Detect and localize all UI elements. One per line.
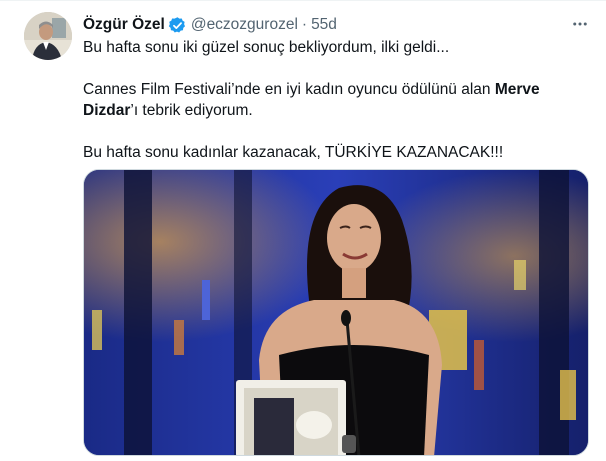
author-display-name[interactable]: Özgür Özel (83, 16, 165, 34)
tweet-header: Özgür Özel @eczozgurozel · 55d (83, 14, 337, 36)
tweet-photo[interactable] (83, 169, 589, 456)
tweet-text: Bu hafta sonu iki güzel sonuç bekliyordu… (83, 37, 583, 163)
avatar[interactable] (24, 12, 72, 60)
tweet-text-segment: Cannes Film Festivali’nde en iyi kadın o… (83, 81, 495, 98)
author-handle[interactable]: @eczozgurozel (191, 16, 298, 34)
more-horizontal-icon (573, 22, 587, 26)
tweet-text-segment: ’ı tebrik ediyorum. (130, 102, 253, 119)
tweet-text-line: Bu hafta sonu iki güzel sonuç bekliyordu… (83, 39, 450, 56)
more-options-button[interactable] (568, 12, 592, 36)
tweet-card[interactable]: Özgür Özel @eczozgurozel · 55d Bu hafta … (0, 0, 606, 461)
tweet-text-line: Bu hafta sonu kadınlar kazanacak, TÜRKİY… (83, 144, 504, 161)
tweet-text-paragraph: Cannes Film Festivali’nde en iyi kadın o… (83, 79, 583, 121)
separator-dot: · (301, 16, 308, 33)
tweet-timestamp[interactable]: 55d (311, 16, 337, 34)
verified-badge-icon (168, 16, 187, 35)
